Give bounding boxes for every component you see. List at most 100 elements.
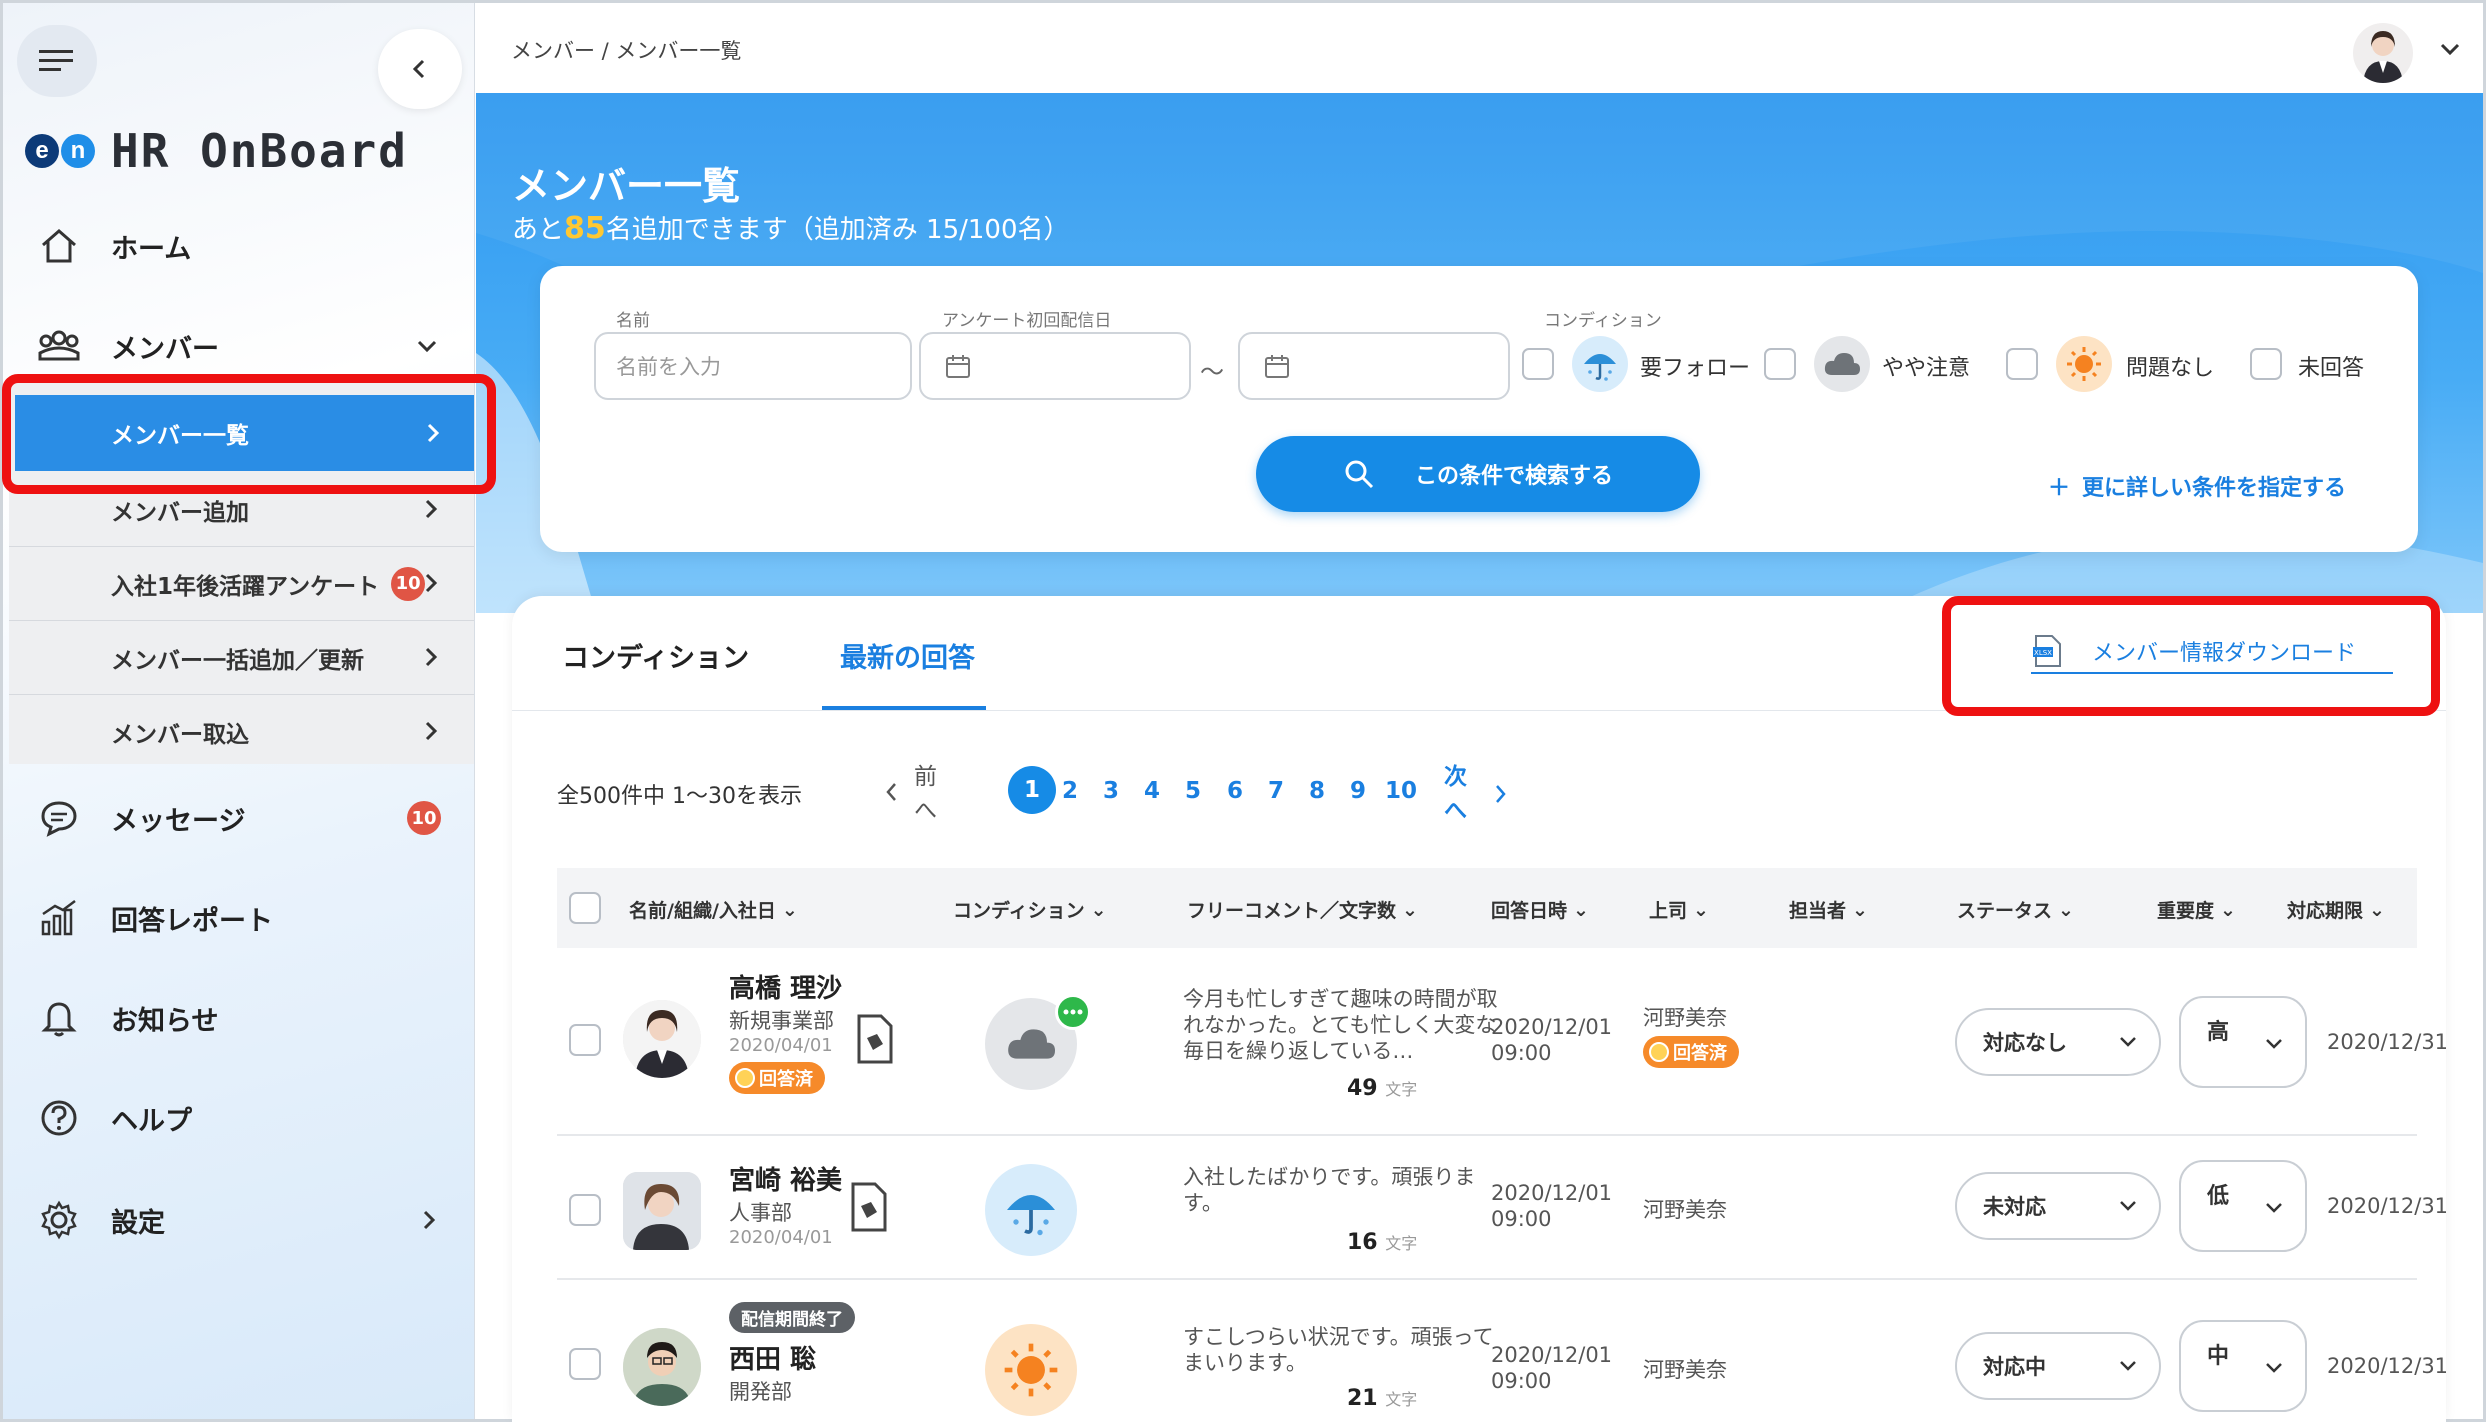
status-select[interactable]: 対応なし <box>1955 1008 2161 1076</box>
member-name[interactable]: 西田 聡 <box>729 1339 855 1376</box>
member-joined: 2020/04/01 <box>729 1035 833 1056</box>
help-icon <box>37 1098 81 1138</box>
table-row[interactable]: 高橋 理沙 新規事業部 2020/04/01 回答済 今月も忙しすぎて趣味の時間… <box>557 948 2446 1136</box>
tab-latest-answers[interactable]: 最新の回答 <box>840 636 975 675</box>
condition-caution-label: やや注意 <box>1882 356 1971 381</box>
answered-time: 09:00 <box>1491 1369 1552 1393</box>
sidebar-item-home[interactable]: ホーム <box>3 211 474 281</box>
row-checkbox[interactable] <box>569 1194 601 1226</box>
chevron-down-icon <box>2120 1201 2136 1211</box>
column-header-priority[interactable]: 重要度 ⌄ <box>2157 896 2236 923</box>
calendar-icon <box>946 355 970 378</box>
row-checkbox[interactable] <box>569 1348 601 1380</box>
deadline: 2020/12/31 <box>2327 1194 2446 1218</box>
document-icon[interactable] <box>855 1014 895 1064</box>
priority-select[interactable]: 低 <box>2179 1160 2307 1252</box>
page-2[interactable]: 2 <box>1062 766 1078 816</box>
sidebar-item-label: 回答レポート <box>111 905 273 937</box>
free-comment[interactable]: 今月も忙しすぎて趣味の時間が取 れなかった。とても忙しく大変な 毎日を繰り返して… <box>1183 986 1498 1064</box>
app-logo[interactable]: e n HR OnBoard <box>25 121 408 181</box>
condition-caution-checkbox[interactable] <box>1764 348 1796 380</box>
condition-unanswered-checkbox[interactable] <box>2250 348 2282 380</box>
condition-follow-checkbox[interactable] <box>1522 348 1554 380</box>
column-header-name[interactable]: 名前/組織/入社日 ⌄ <box>629 896 798 923</box>
date-to-input[interactable] <box>1238 332 1510 400</box>
chevron-right-icon[interactable] <box>1492 782 1508 806</box>
condition-ok-checkbox[interactable] <box>2006 348 2038 380</box>
avatar <box>623 1328 701 1406</box>
prev-page-link[interactable]: 前へ <box>914 764 937 824</box>
next-page-link[interactable]: 次へ <box>1444 764 1467 824</box>
survey-badge: 10 <box>391 566 426 601</box>
boss-answered-badge: 回答済 <box>1643 1036 1739 1068</box>
page-9[interactable]: 9 <box>1350 766 1366 816</box>
search-button[interactable]: この条件で検索する <box>1256 436 1700 512</box>
name-label: 名前 <box>616 311 650 331</box>
sidebar-item-notices[interactable]: お知らせ <box>3 983 474 1053</box>
column-header-condition[interactable]: コンディション ⌄ <box>953 896 1107 923</box>
status-select[interactable]: 未対応 <box>1955 1172 2161 1240</box>
sidebar-item-report[interactable]: 回答レポート <box>3 883 474 953</box>
page-8[interactable]: 8 <box>1309 766 1325 816</box>
priority-value: 高 <box>2207 1020 2230 1045</box>
boss-name: 河野美奈 <box>1643 1198 1727 1222</box>
sidebar-item-label: 設定 <box>111 1207 165 1239</box>
select-all-checkbox[interactable] <box>569 892 601 924</box>
page-5[interactable]: 5 <box>1185 766 1201 816</box>
chevron-down-icon[interactable] <box>2439 41 2461 57</box>
collapse-sidebar-button[interactable] <box>378 29 462 109</box>
menu-icon[interactable] <box>17 25 97 97</box>
page-6[interactable]: 6 <box>1227 766 1243 816</box>
tab-condition[interactable]: コンディション <box>562 636 749 675</box>
user-avatar[interactable] <box>2353 23 2413 83</box>
advanced-search-link[interactable]: ＋ 更に詳しい条件を指定する <box>2048 470 2346 502</box>
page-4[interactable]: 4 <box>1144 766 1160 816</box>
sidebar-item-members[interactable]: メンバー <box>3 311 474 381</box>
page-7[interactable]: 7 <box>1268 766 1284 816</box>
calendar-icon <box>1265 355 1289 378</box>
member-dept: 新規事業部 <box>729 1009 834 1033</box>
char-count-value: 16 <box>1347 1230 1378 1255</box>
chevron-left-icon[interactable] <box>884 780 900 804</box>
free-comment[interactable]: すこしつらい状況です。頑張って まいります。 <box>1183 1324 1494 1376</box>
row-checkbox[interactable] <box>569 1024 601 1056</box>
sidebar-item-survey[interactable]: 入社1年後活躍アンケート 10 <box>9 547 474 621</box>
char-count-unit: 文字 <box>1385 1390 1418 1409</box>
table-row[interactable]: 宮崎 裕美 人事部 2020/04/01 入社したばかりです。頑張りま す。 1… <box>557 1136 2446 1280</box>
boss: 河野美奈 回答済 <box>1643 1002 1739 1068</box>
name-input[interactable]: 名前を入力 <box>594 332 912 400</box>
document-icon[interactable] <box>849 1182 889 1232</box>
sidebar-item-settings[interactable]: 設定 <box>3 1185 474 1255</box>
chevron-down-icon: ⌄ <box>2220 898 2236 921</box>
sidebar-item-label: 入社1年後活躍アンケート <box>111 573 380 600</box>
search-icon <box>1345 460 1374 489</box>
bell-icon <box>37 998 81 1038</box>
condition-follow-label: 要フォロー <box>1640 356 1751 381</box>
sidebar-item-bulk-update[interactable]: メンバー一括追加／更新 <box>9 621 474 695</box>
priority-select[interactable]: 高 <box>2179 996 2307 1088</box>
date-from-input[interactable] <box>919 332 1191 400</box>
page-10[interactable]: 10 <box>1385 766 1417 816</box>
member-name[interactable]: 宮崎 裕美 <box>729 1160 842 1197</box>
sidebar-item-messages[interactable]: メッセージ 10 <box>3 783 474 853</box>
sidebar-item-label: メンバー <box>111 333 219 365</box>
sidebar-item-member-import[interactable]: メンバー取込 <box>9 695 474 769</box>
char-count: 16 文字 <box>1347 1230 1417 1255</box>
table-row[interactable]: 配信期間終了 西田 聡 開発部 すこしつらい状況です。頑張って まいります。 2… <box>557 1280 2446 1422</box>
status-select[interactable]: 対応中 <box>1955 1332 2161 1400</box>
column-header-comment[interactable]: フリーコメント／文字数 ⌄ <box>1187 896 1418 923</box>
column-header-deadline[interactable]: 対応期限 ⌄ <box>2287 896 2385 923</box>
column-header-status[interactable]: ステータス ⌄ <box>1957 896 2074 923</box>
logo-mark: e n <box>25 134 95 168</box>
priority-select[interactable]: 中 <box>2179 1320 2307 1412</box>
column-header-boss[interactable]: 上司 ⌄ <box>1649 896 1709 923</box>
member-name[interactable]: 高橋 理沙 <box>729 968 842 1005</box>
page-3[interactable]: 3 <box>1103 766 1119 816</box>
free-comment[interactable]: 入社したばかりです。頑張りま す。 <box>1183 1164 1475 1216</box>
column-label: 名前/組織/入社日 <box>629 900 776 922</box>
column-header-answered-at[interactable]: 回答日時 ⌄ <box>1491 896 1589 923</box>
column-header-assignee[interactable]: 担当者 ⌄ <box>1789 896 1868 923</box>
sun-icon <box>985 1324 1077 1416</box>
page-1[interactable]: 1 <box>1008 766 1056 814</box>
sidebar-item-help[interactable]: ヘルプ <box>3 1083 474 1153</box>
